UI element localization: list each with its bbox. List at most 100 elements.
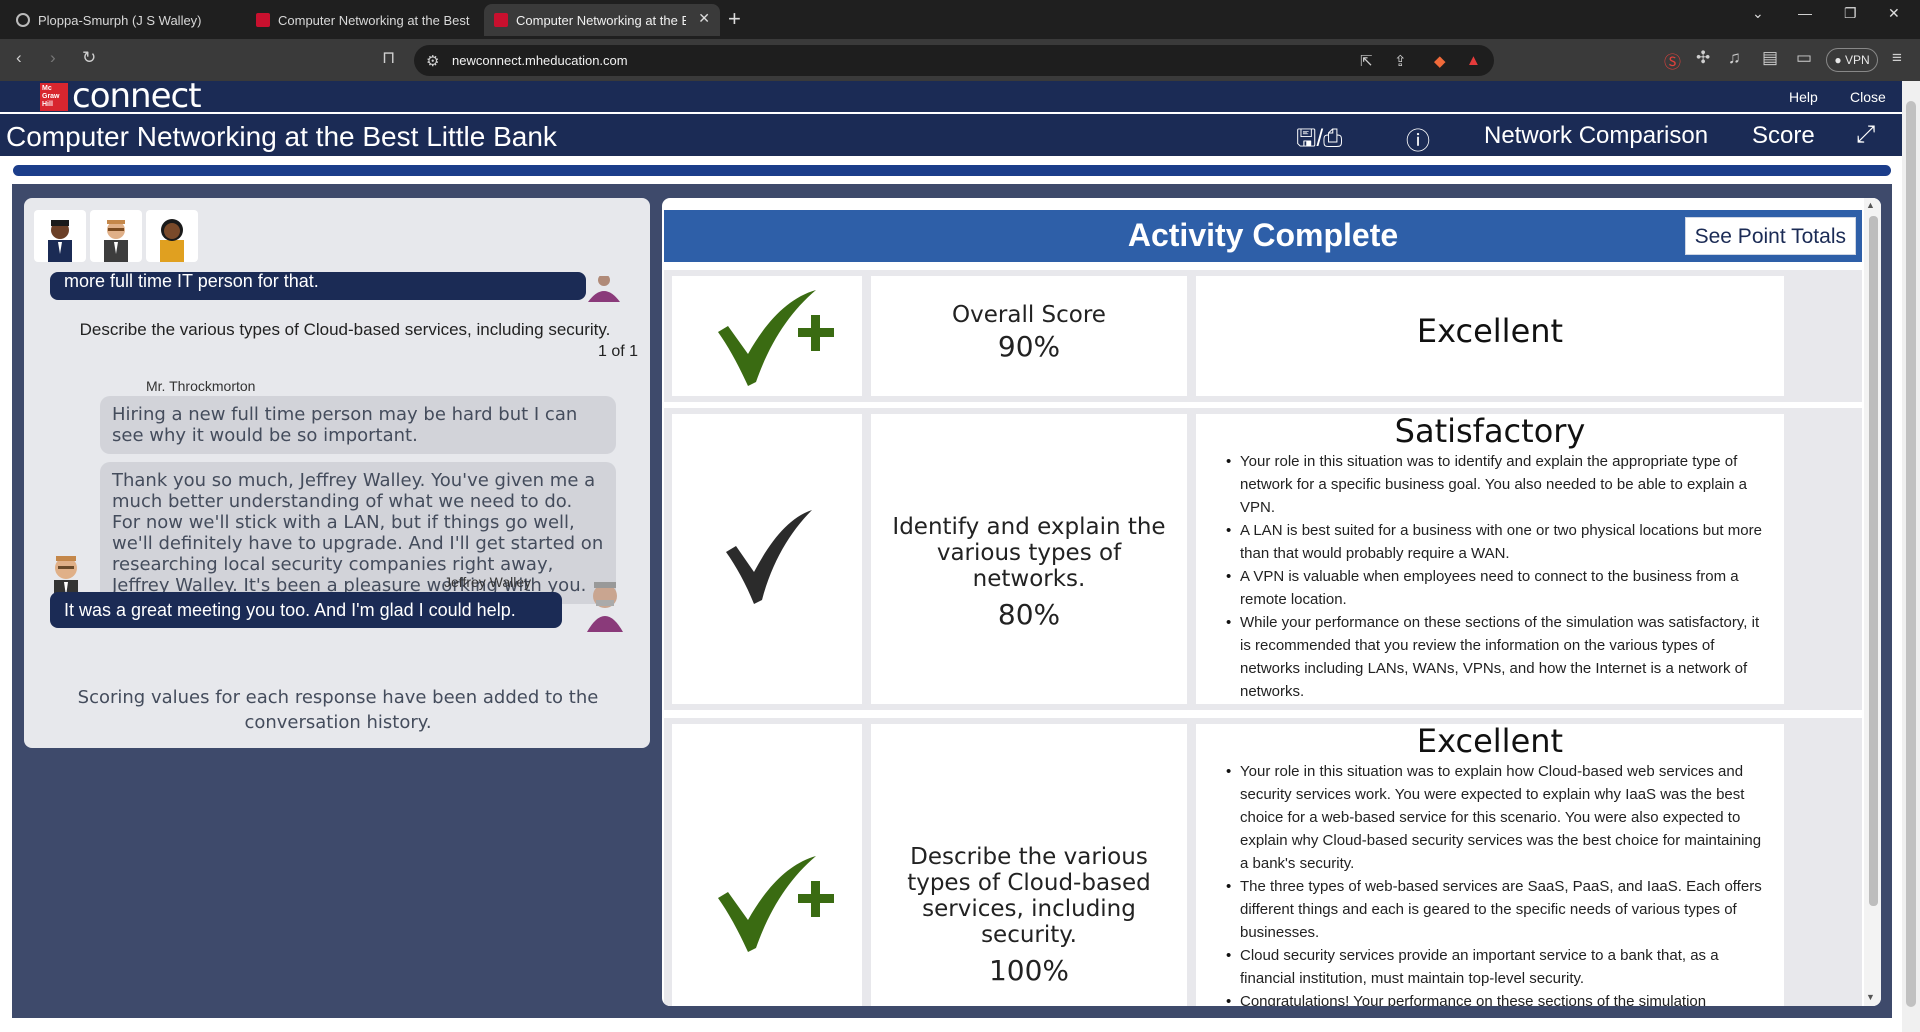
- feedback-item: The three types of web-based services ar…: [1226, 875, 1766, 944]
- extensions-puzzle-icon[interactable]: ✣: [1696, 48, 1710, 68]
- jeffrey-walley-avatar-icon: [587, 582, 623, 632]
- vpn-button[interactable]: ● VPN: [1826, 48, 1878, 72]
- feedback-cell: Excellent Your role in this situation wa…: [1196, 724, 1784, 1006]
- tab-title: Computer Networking at the Be: [516, 12, 686, 28]
- rating-cell: Excellent: [1196, 276, 1784, 396]
- character-thumb-3[interactable]: [146, 210, 198, 262]
- feedback-item: A LAN is best suited for a business with…: [1226, 519, 1766, 565]
- check-plus-icon: [718, 856, 834, 952]
- media-icon[interactable]: ♫: [1728, 48, 1741, 68]
- app-header: Mc Graw Hill connect Help Close: [0, 76, 1902, 116]
- browser-tab-3[interactable]: Computer Networking at the Be ✕: [484, 4, 720, 36]
- vpn-label: VPN: [1844, 53, 1870, 67]
- help-link[interactable]: Help: [1789, 89, 1818, 105]
- expand-icon[interactable]: ⤢: [1856, 121, 1875, 149]
- back-icon[interactable]: ‹: [16, 48, 22, 68]
- feedback-list: Your role in this situation was to ident…: [1226, 450, 1766, 703]
- maximize-icon[interactable]: ❐: [1844, 5, 1857, 22]
- feedback-cell: Satisfactory Your role in this situation…: [1196, 412, 1784, 704]
- player-reply: It was a great meeting you too. And I'm …: [50, 592, 562, 628]
- character-thumb-2[interactable]: [90, 210, 142, 262]
- bookmark-icon[interactable]: ⊓: [382, 48, 395, 68]
- browser-tab-1[interactable]: Ploppa-Smurph (J S Walley): [6, 4, 244, 36]
- speaker-name: Jeffrey Walley: [444, 574, 532, 590]
- section-score-value: 80%: [997, 598, 1061, 631]
- overall-rating: Excellent: [1416, 312, 1564, 350]
- open-in-app-icon[interactable]: ⇱: [1360, 52, 1373, 70]
- score-icon-cell: [672, 414, 862, 704]
- network-comparison-button[interactable]: Network Comparison: [1484, 122, 1708, 150]
- section-label: Describe the various types of Cloud-base…: [907, 844, 1151, 948]
- profile-icon: [16, 13, 30, 27]
- section-rating: Excellent: [1416, 724, 1564, 760]
- page-scrollbar[interactable]: [1902, 81, 1920, 1032]
- page-scrollbar-thumb[interactable]: [1906, 101, 1916, 1007]
- score-icon-cell: [672, 276, 862, 396]
- overall-score-value: 90%: [997, 330, 1061, 363]
- browser-tab-bar: Ploppa-Smurph (J S Walley) Computer Netw…: [0, 0, 1920, 39]
- check-icon: [726, 510, 812, 604]
- player-avatar-icon: [588, 276, 620, 302]
- results-scrollbar-thumb[interactable]: [1869, 216, 1878, 906]
- score-label-cell: Identify and explain the various types o…: [871, 414, 1187, 704]
- conversation-panel: more full time IT person for that. Descr…: [24, 198, 650, 748]
- brave-shields-icon[interactable]: ◆: [1434, 52, 1446, 70]
- tab-title: Ploppa-Smurph (J S Walley): [38, 12, 202, 28]
- mcgraw-hill-favicon-icon: [256, 13, 270, 27]
- address-bar[interactable]: ⚙ newconnect.mheducation.com ⇱ ⇪ ◆ ▲: [414, 45, 1494, 76]
- connect-logo: connect: [72, 76, 202, 116]
- mcgraw-hill-logo: Mc Graw Hill: [40, 83, 68, 111]
- extension-icon[interactable]: Ⓢ: [1664, 48, 1681, 73]
- menu-icon[interactable]: ≡: [1892, 48, 1902, 68]
- wallet-icon[interactable]: ▭: [1796, 48, 1812, 68]
- character-thumb-1[interactable]: [34, 210, 86, 262]
- feedback-list: Your role in this situation was to expla…: [1226, 760, 1766, 1006]
- character-avatar: [48, 220, 72, 262]
- results-header: Activity Complete See Point Totals: [664, 210, 1862, 262]
- tab-title: Computer Networking at the Best Li: [278, 12, 472, 28]
- mcgraw-hill-favicon-icon: [494, 13, 508, 27]
- new-tab-icon[interactable]: +: [728, 6, 741, 32]
- sidebar-icon[interactable]: ▤: [1762, 48, 1778, 68]
- browser-tab-2[interactable]: Computer Networking at the Best Li: [246, 4, 482, 36]
- brave-rewards-icon[interactable]: ▲: [1466, 52, 1481, 69]
- close-link[interactable]: Close: [1850, 89, 1886, 105]
- character-avatar: [160, 219, 184, 262]
- section-rating: Satisfactory: [1394, 412, 1586, 450]
- feedback-item: Congratulations! Your performance on the…: [1226, 990, 1766, 1006]
- question-counter: 1 of 1: [597, 343, 638, 360]
- character-message: Hiring a new full time person may be har…: [100, 396, 616, 454]
- help-circle-icon[interactable]: ⓘ: [1406, 121, 1430, 156]
- browser-toolbar: ‹ › ↻ ⊓ ⚙ newconnect.mheducation.com ⇱ ⇪…: [0, 39, 1920, 81]
- feedback-item: Your role in this situation was to expla…: [1226, 760, 1766, 875]
- character-message: Thank you so much, Jeffrey Walley. You'v…: [100, 462, 616, 604]
- character-avatar: [104, 220, 128, 262]
- feedback-item: A VPN is valuable when employees need to…: [1226, 565, 1766, 611]
- overall-score-label: Overall Score: [952, 302, 1106, 328]
- forward-icon[interactable]: ›: [50, 48, 56, 68]
- overall-score-block: Overall Score 90%: [871, 302, 1187, 363]
- activity-title-bar: Computer Networking at the Best Little B…: [0, 112, 1902, 156]
- close-window-icon[interactable]: ✕: [1888, 5, 1900, 22]
- scroll-up-icon[interactable]: ▲: [1866, 200, 1875, 210]
- score-button[interactable]: Score: [1752, 122, 1815, 150]
- page-title: Computer Networking at the Best Little B…: [6, 121, 557, 152]
- progress-bar: [13, 165, 1891, 176]
- share-icon[interactable]: ⇪: [1394, 52, 1407, 70]
- site-info-icon[interactable]: ⚙: [426, 52, 439, 70]
- url-text: newconnect.mheducation.com: [452, 53, 628, 68]
- scroll-down-icon[interactable]: ▼: [1866, 992, 1875, 1002]
- section-score-row: Identify and explain the various types o…: [664, 408, 1862, 710]
- tab-search-icon[interactable]: ⌄: [1752, 5, 1764, 22]
- check-plus-icon: [718, 290, 834, 386]
- score-icon-cell: [672, 724, 862, 1006]
- results-title: Activity Complete: [1127, 217, 1399, 253]
- section-score-block: Identify and explain the various types o…: [871, 514, 1187, 631]
- reload-icon[interactable]: ↻: [82, 48, 96, 68]
- close-tab-icon[interactable]: ✕: [698, 10, 710, 27]
- score-label-cell: Describe the various types of Cloud-base…: [871, 724, 1187, 1006]
- minimize-icon[interactable]: —: [1798, 5, 1812, 21]
- see-point-totals-button[interactable]: See Point Totals: [1684, 217, 1856, 255]
- speaker-name: Mr. Throckmorton: [146, 378, 256, 394]
- feedback-item: Cloud security services provide an impor…: [1226, 944, 1766, 990]
